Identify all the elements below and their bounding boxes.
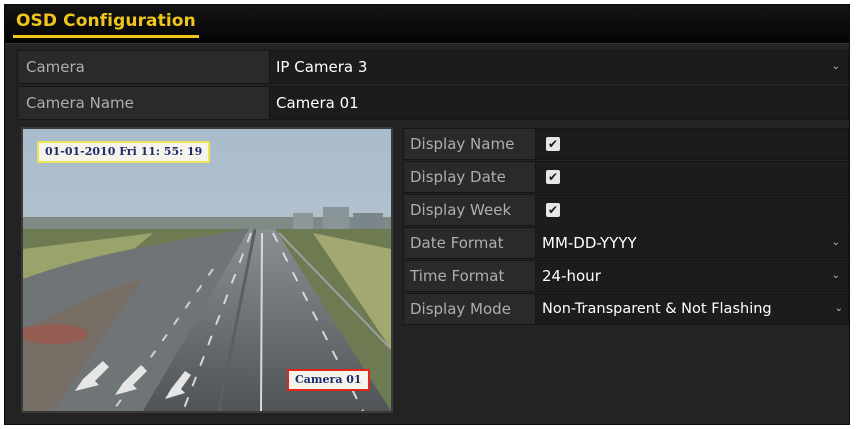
title-bar: OSD Configuration bbox=[5, 5, 849, 44]
osd-datetime-overlay[interactable]: 01-01-2010 Fri 11: 55: 19 bbox=[37, 141, 211, 163]
date-format-label: Date Format bbox=[404, 228, 536, 258]
display-week-label: Display Week bbox=[404, 195, 536, 225]
chevron-down-icon: ⌄ bbox=[834, 303, 843, 314]
camera-name-value: Camera 01 bbox=[276, 94, 359, 112]
display-mode-value: Non-Transparent & Not Flashing bbox=[542, 301, 772, 317]
camera-preview[interactable]: 01-01-2010 Fri 11: 55: 19 Camera 01 bbox=[21, 127, 393, 413]
date-format-value: MM-DD-YYYY bbox=[542, 234, 637, 252]
display-mode-row: Display Mode Non-Transparent & Not Flash… bbox=[403, 293, 849, 325]
time-format-select[interactable]: 24-hour ⌄ bbox=[536, 261, 848, 291]
display-mode-label: Display Mode bbox=[404, 294, 536, 324]
display-week-row: Display Week ✔ bbox=[403, 194, 849, 226]
display-name-checkbox-cell: ✔ bbox=[536, 129, 848, 159]
display-name-row: Display Name ✔ bbox=[403, 128, 849, 160]
camera-select-value: IP Camera 3 bbox=[276, 58, 368, 76]
display-name-checkbox[interactable]: ✔ bbox=[546, 137, 560, 151]
time-format-label: Time Format bbox=[404, 261, 536, 291]
display-mode-select[interactable]: Non-Transparent & Not Flashing ⌄ bbox=[536, 294, 848, 324]
osd-camera-name-overlay[interactable]: Camera 01 bbox=[287, 369, 370, 391]
page-title: OSD Configuration bbox=[13, 9, 199, 38]
display-date-row: Display Date ✔ bbox=[403, 161, 849, 193]
display-date-checkbox-cell: ✔ bbox=[536, 162, 848, 192]
display-week-checkbox-cell: ✔ bbox=[536, 195, 848, 225]
date-format-select[interactable]: MM-DD-YYYY ⌄ bbox=[536, 228, 848, 258]
camera-name-input[interactable]: Camera 01 bbox=[270, 87, 848, 119]
camera-row: Camera IP Camera 3 ⌄ bbox=[17, 50, 849, 84]
chevron-down-icon: ⌄ bbox=[831, 237, 840, 248]
display-week-checkbox[interactable]: ✔ bbox=[546, 203, 560, 217]
display-name-label: Display Name bbox=[404, 129, 536, 159]
camera-name-label: Camera Name bbox=[18, 87, 270, 119]
display-date-checkbox[interactable]: ✔ bbox=[546, 170, 560, 184]
camera-select[interactable]: IP Camera 3 ⌄ bbox=[270, 51, 848, 83]
time-format-row: Time Format 24-hour ⌄ bbox=[403, 260, 849, 292]
chevron-down-icon: ⌄ bbox=[831, 270, 840, 281]
date-format-row: Date Format MM-DD-YYYY ⌄ bbox=[403, 227, 849, 259]
time-format-value: 24-hour bbox=[542, 267, 601, 285]
chevron-down-icon: ⌄ bbox=[831, 61, 840, 72]
camera-label: Camera bbox=[18, 51, 270, 83]
display-date-label: Display Date bbox=[404, 162, 536, 192]
camera-name-row: Camera Name Camera 01 bbox=[17, 86, 849, 120]
osd-configuration-window: OSD Configuration Camera IP Camera 3 ⌄ C… bbox=[4, 4, 850, 425]
